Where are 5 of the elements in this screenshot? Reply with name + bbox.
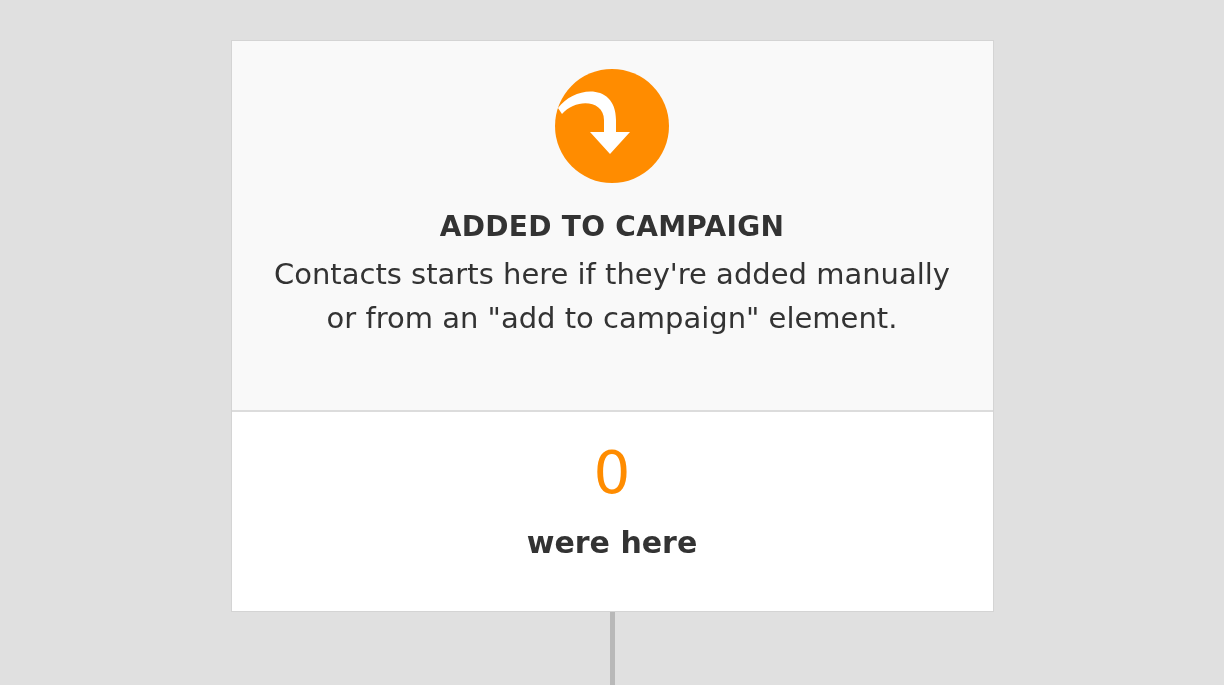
step-description: Contacts starts here if they're added manually or from an "add to campaign" element. — [272, 256, 951, 337]
step-title: ADDED TO CAMPAIGN — [438, 209, 786, 245]
count-label: were here — [525, 523, 699, 562]
contact-count: 0 — [592, 442, 632, 506]
arrow-down-icon — [554, 68, 670, 184]
